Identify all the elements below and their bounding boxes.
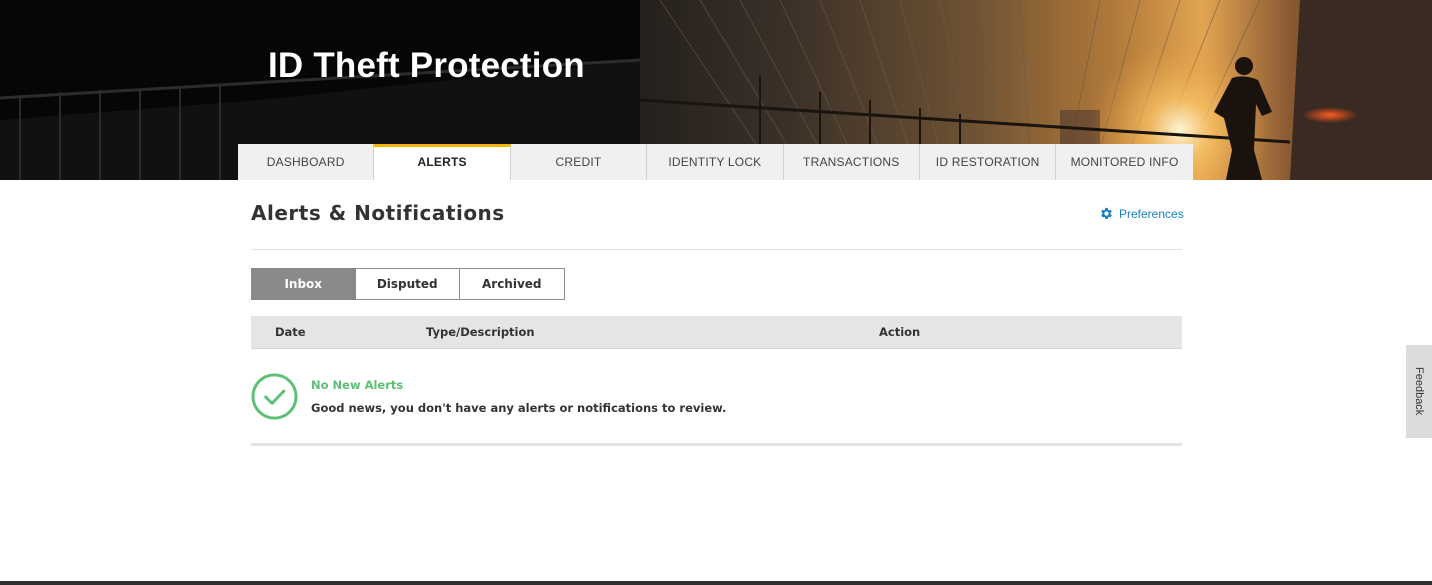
- tab-alerts[interactable]: ALERTS: [374, 144, 511, 180]
- check-circle-icon: [251, 373, 298, 420]
- column-date: Date: [275, 325, 306, 339]
- tab-credit[interactable]: CREDIT: [510, 144, 648, 180]
- main-nav: DASHBOARD ALERTS CREDIT IDENTITY LOCK TR…: [238, 144, 1193, 180]
- app-title: ID Theft Protection: [268, 46, 585, 85]
- feedback-tab[interactable]: Feedback: [1406, 345, 1432, 438]
- tab-transactions[interactable]: TRANSACTIONS: [783, 144, 920, 180]
- alert-filter-segments: Inbox Disputed Archived: [251, 268, 565, 300]
- empty-state-title: No New Alerts: [311, 378, 404, 392]
- alerts-table-header: Date Type/Description Action: [251, 316, 1182, 349]
- feedback-label: Feedback: [1413, 367, 1425, 416]
- page-title: Alerts & Notifications: [251, 201, 505, 225]
- tab-identity-lock[interactable]: IDENTITY LOCK: [647, 144, 784, 180]
- segment-disputed[interactable]: Disputed: [355, 268, 460, 300]
- segment-inbox[interactable]: Inbox: [251, 268, 356, 300]
- preferences-label: Preferences: [1119, 206, 1184, 221]
- empty-state-message: Good news, you don't have any alerts or …: [311, 401, 727, 415]
- segment-archived[interactable]: Archived: [460, 268, 565, 300]
- tab-dashboard[interactable]: DASHBOARD: [238, 144, 375, 180]
- tab-id-restoration[interactable]: ID RESTORATION: [919, 144, 1057, 180]
- gear-icon: [1101, 207, 1112, 220]
- column-type-description: Type/Description: [426, 325, 535, 339]
- tab-monitored-info[interactable]: MONITORED INFO: [1056, 144, 1193, 180]
- page-bottom-bar: [0, 581, 1432, 585]
- column-action: Action: [879, 325, 921, 339]
- header-divider: [251, 249, 1182, 250]
- content-bottom-divider: [251, 443, 1182, 446]
- preferences-link[interactable]: Preferences: [1099, 206, 1184, 221]
